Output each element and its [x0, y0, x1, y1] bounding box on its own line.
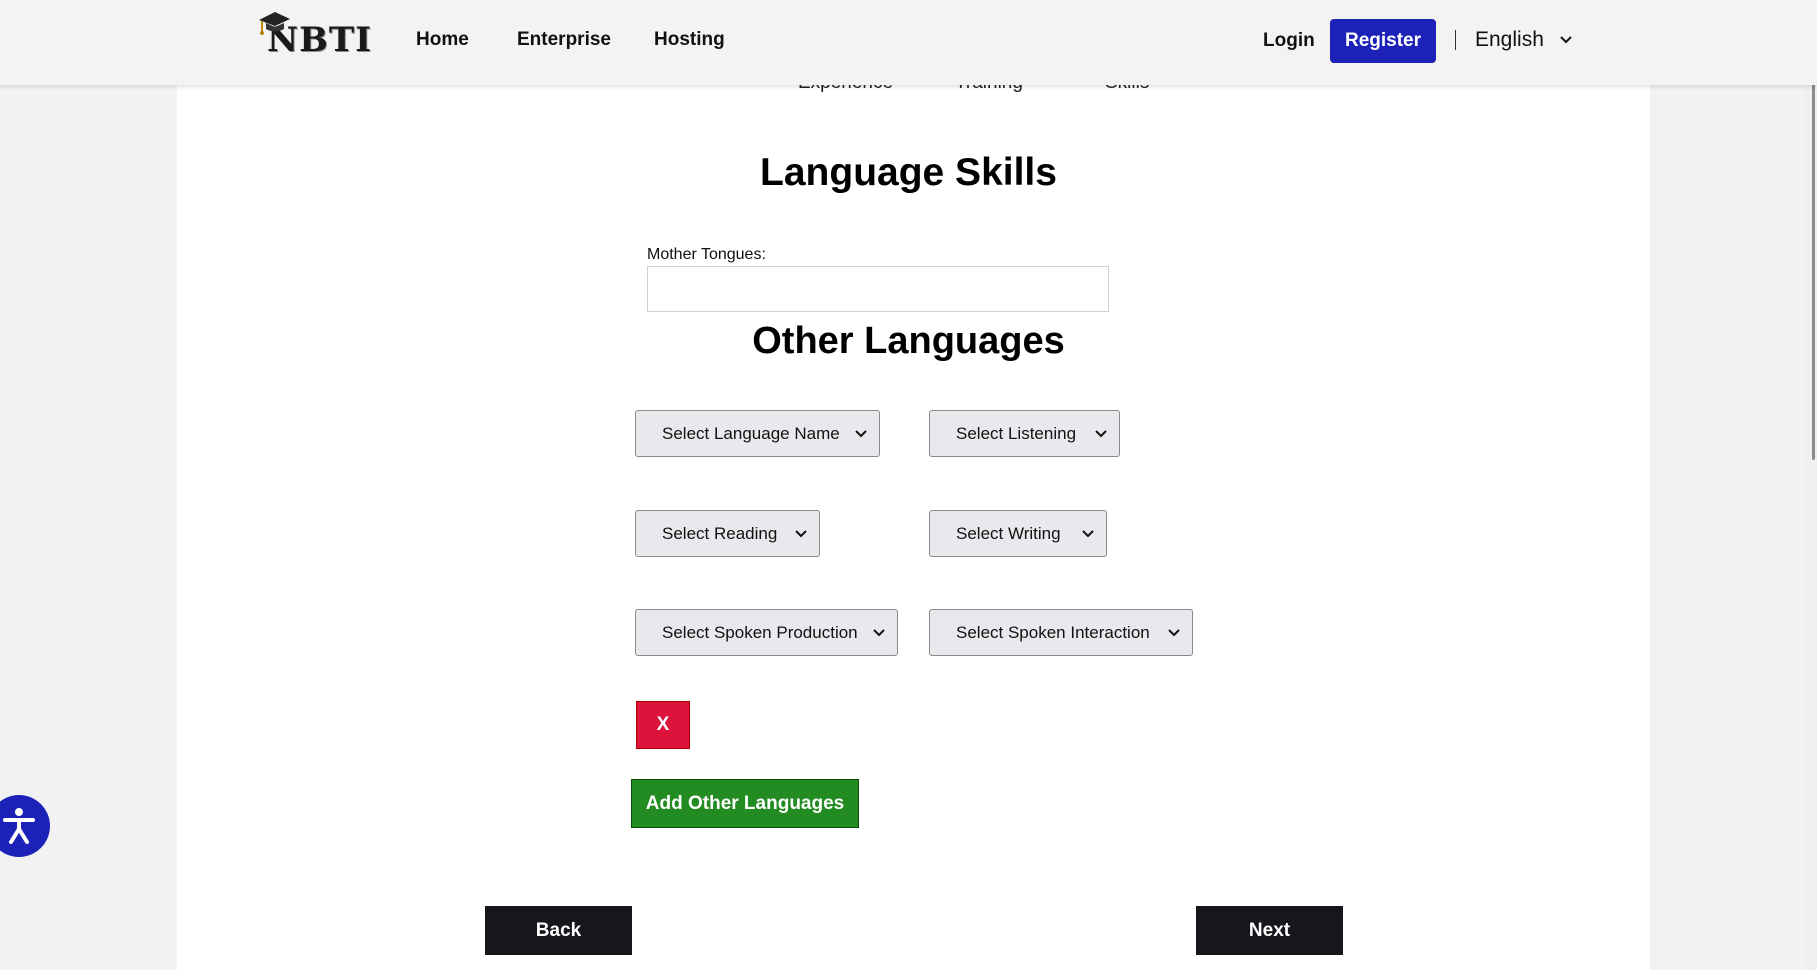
content-card: [177, 0, 1650, 970]
mother-tongues-label: Mother Tongues:: [647, 246, 766, 263]
back-button[interactable]: Back: [485, 906, 632, 955]
writing-select-value: Select Writing: [956, 523, 1061, 543]
chevron-down-icon: [1082, 529, 1094, 537]
register-button[interactable]: Register: [1330, 19, 1436, 63]
chevron-down-icon: [855, 429, 867, 437]
accessibility-button[interactable]: [0, 795, 50, 857]
login-link[interactable]: Login: [1263, 30, 1315, 52]
language-selector[interactable]: English: [1475, 28, 1572, 52]
reading-select-value: Select Reading: [662, 523, 778, 543]
top-navbar: NBTI Home Enterprise Hosting Login Regis…: [0, 0, 1817, 85]
chevron-down-icon: [873, 628, 885, 636]
language-name-select-value: Select Language Name: [662, 423, 840, 443]
page-title: Language Skills: [760, 151, 1057, 194]
divider: [1455, 30, 1456, 50]
graduation-cap-icon: [259, 12, 290, 35]
chevron-down-icon: [1560, 36, 1572, 44]
spoken-interaction-select-value: Select Spoken Interaction: [956, 622, 1150, 642]
spoken-production-select-value: Select Spoken Production: [662, 622, 858, 642]
chevron-down-icon: [795, 529, 807, 537]
scrollbar-track[interactable]: [1805, 0, 1817, 970]
spoken-interaction-select[interactable]: Select Spoken Interaction: [929, 609, 1193, 656]
scrollbar-thumb[interactable]: [1812, 80, 1815, 460]
listening-select-value: Select Listening: [956, 423, 1077, 443]
add-other-languages-button[interactable]: Add Other Languages: [631, 779, 859, 828]
nav-hosting[interactable]: Hosting: [654, 29, 725, 51]
mother-tongues-input[interactable]: [647, 266, 1109, 312]
listening-select[interactable]: Select Listening: [929, 410, 1120, 457]
writing-select[interactable]: Select Writing: [929, 510, 1107, 557]
chevron-down-icon: [1168, 628, 1180, 636]
language-name-select[interactable]: Select Language Name: [635, 410, 880, 457]
other-languages-title: Other Languages: [752, 320, 1065, 362]
accessibility-icon: [3, 808, 35, 844]
nav-home[interactable]: Home: [416, 29, 469, 51]
remove-language-button[interactable]: X: [636, 701, 690, 749]
reading-select[interactable]: Select Reading: [635, 510, 820, 557]
next-button[interactable]: Next: [1196, 906, 1343, 955]
language-label: English: [1475, 28, 1544, 51]
spoken-production-select[interactable]: Select Spoken Production: [635, 609, 898, 656]
chevron-down-icon: [1095, 429, 1107, 437]
logo[interactable]: NBTI: [255, 10, 372, 60]
nav-enterprise[interactable]: Enterprise: [517, 29, 611, 51]
